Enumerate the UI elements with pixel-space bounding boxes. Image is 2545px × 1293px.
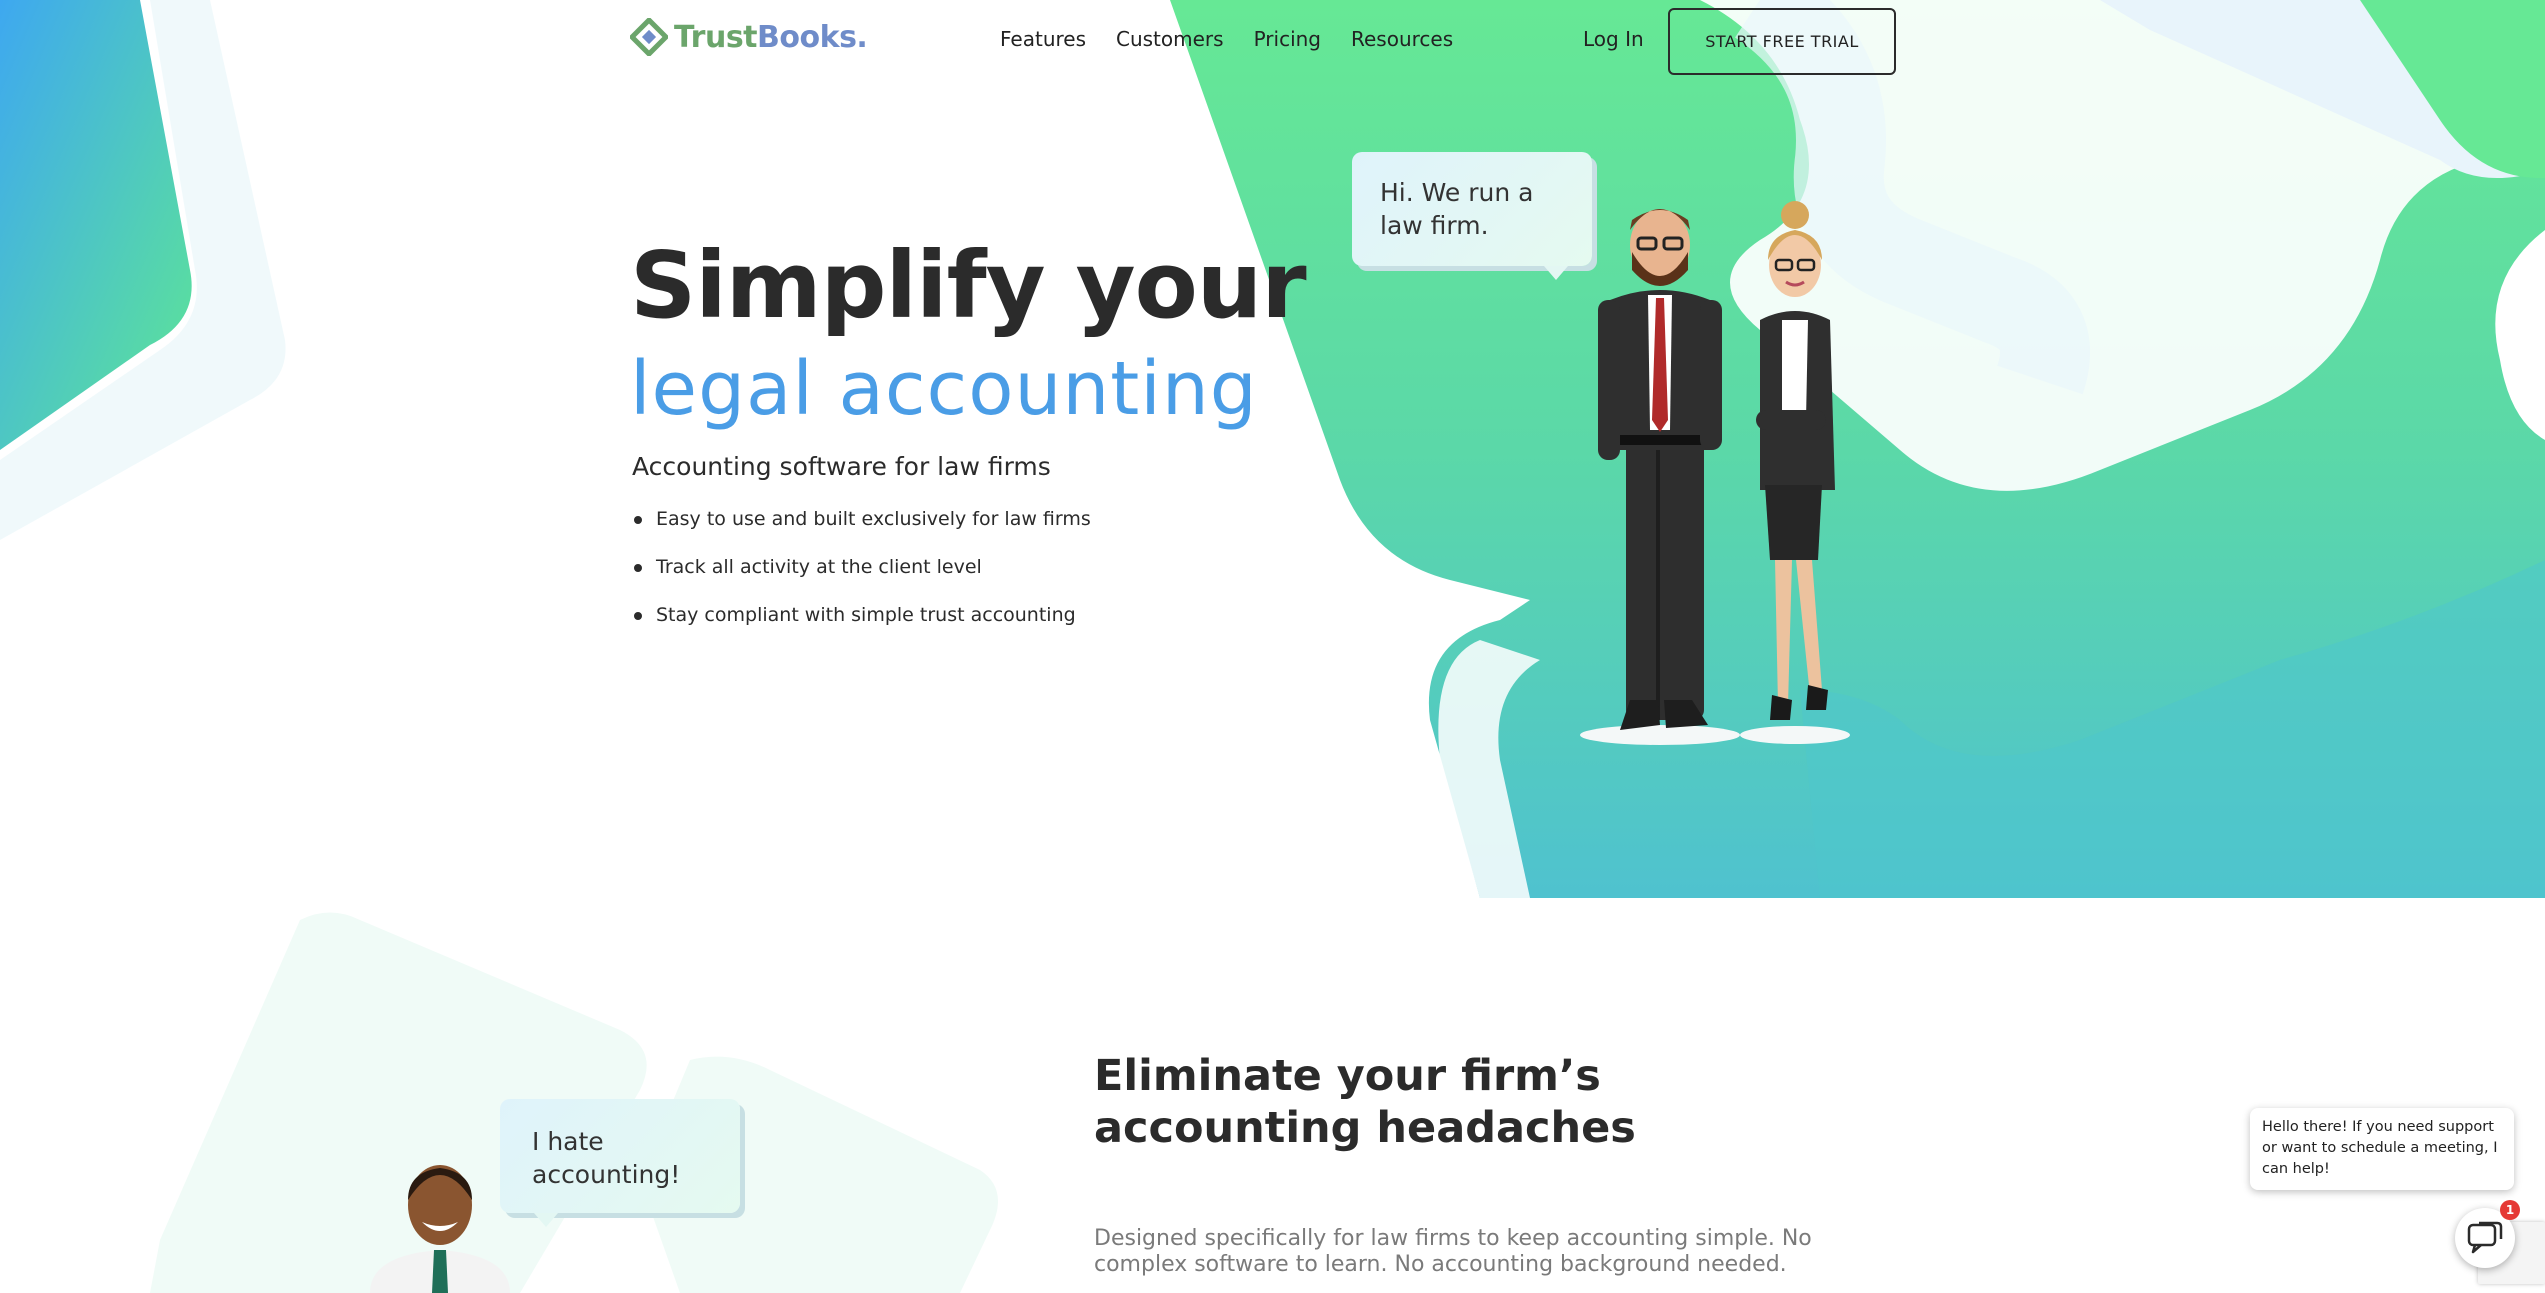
lawyers-illustration — [1580, 201, 1850, 745]
section2-description: Designed specifically for law firms to k… — [1094, 1226, 1812, 1277]
chat-icon — [2467, 1221, 2503, 1254]
bubble-tail — [534, 1213, 558, 1227]
nav-customers[interactable]: Customers — [1116, 27, 1224, 51]
hero-title-line1: Simplify your — [630, 232, 1307, 339]
hero-subtitle: Accounting software for law firms — [632, 452, 1051, 481]
list-item: Easy to use and built exclusively for la… — [632, 508, 1091, 556]
hero-bullet-list: Easy to use and built exclusively for la… — [632, 508, 1091, 652]
nav-resources[interactable]: Resources — [1351, 27, 1453, 51]
bullet-icon — [634, 564, 642, 572]
login-link[interactable]: Log In — [1583, 27, 1644, 51]
main-nav: Features Customers Pricing Resources — [1000, 27, 1453, 51]
start-free-trial-button[interactable]: START FREE TRIAL — [1668, 8, 1896, 75]
brand-logo[interactable]: TrustBooks. — [630, 18, 868, 56]
bullet-icon — [634, 516, 642, 524]
chat-notification-badge: 1 — [2500, 1200, 2520, 1220]
section2-title: Eliminate your firm’s accounting headach… — [1094, 1051, 1636, 1153]
speech-bubble-section2: I hate accounting! — [500, 1099, 740, 1227]
speech-bubble-hero: Hi. We run a law firm. — [1352, 152, 1592, 280]
nav-pricing[interactable]: Pricing — [1254, 27, 1321, 51]
logo-diamond-icon — [630, 18, 668, 56]
list-item: Track all activity at the client level — [632, 556, 1091, 604]
bullet-icon — [634, 612, 642, 620]
nav-features[interactable]: Features — [1000, 27, 1086, 51]
brand-name: TrustBooks. — [674, 19, 868, 55]
list-item: Stay compliant with simple trust account… — [632, 604, 1091, 652]
chat-greeting-popup[interactable]: Hello there! If you need support or want… — [2250, 1108, 2514, 1190]
hero-title-line2: legal accounting — [630, 346, 1258, 432]
accountant-illustration — [370, 1165, 510, 1293]
